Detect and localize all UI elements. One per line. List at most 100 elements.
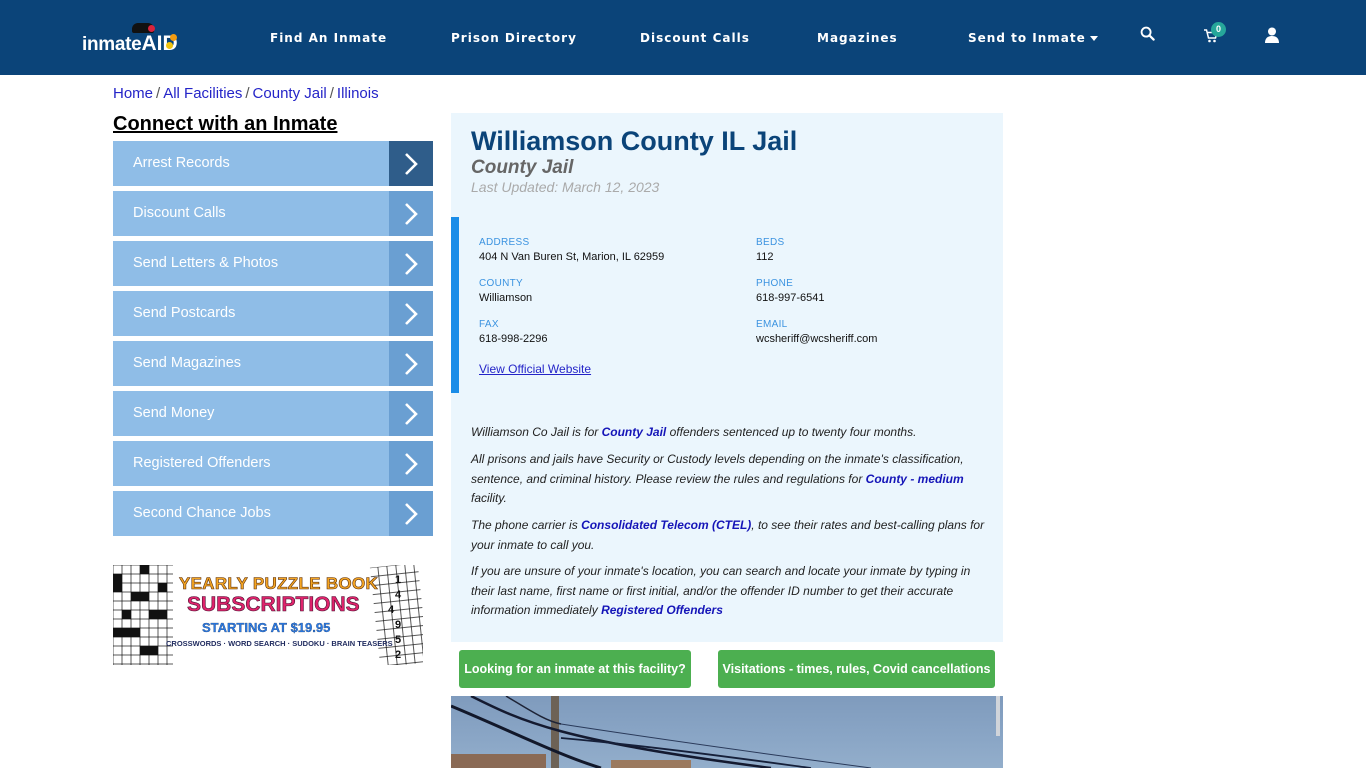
nav-send-to-inmate-label: Send to Inmate	[968, 31, 1086, 45]
sidebar-item-label: Discount Calls	[133, 205, 226, 221]
chevron-right-icon	[389, 341, 433, 386]
description-paragraph: Williamson Co Jail is for County Jail of…	[471, 423, 991, 443]
last-updated: Last Updated: March 12, 2023	[471, 179, 660, 195]
ad-line3: STARTING AT $19.95	[202, 620, 331, 635]
facility-photo	[451, 696, 1003, 768]
leaf-icon	[148, 25, 155, 32]
phone-field: PHONE 618-997-6541	[756, 278, 825, 304]
county-label: COUNTY	[479, 278, 524, 289]
search-icon[interactable]	[1140, 26, 1160, 46]
chevron-right-icon	[389, 291, 433, 336]
address-field: ADDRESS 404 N Van Buren St, Marion, IL 6…	[479, 237, 664, 263]
email-label: EMAIL	[756, 319, 788, 330]
sidebar-item-send-letters-photos[interactable]: Send Letters & Photos	[113, 241, 433, 286]
chevron-right-icon	[389, 141, 433, 186]
fax-field: FAX 618-998-2296	[479, 319, 548, 345]
text: offenders sentenced up to twenty four mo…	[666, 425, 917, 439]
user-icon[interactable]	[1265, 27, 1285, 47]
county-jail-link[interactable]: County Jail	[602, 425, 667, 439]
nav-discount-calls[interactable]: Discount Calls	[640, 31, 750, 45]
breadcrumb-separator: /	[245, 85, 250, 102]
sidebar-item-label: Arrest Records	[133, 155, 230, 171]
sidebar-item-registered-offenders[interactable]: Registered Offenders	[113, 441, 433, 486]
county-value: Williamson	[479, 292, 533, 304]
sidebar-item-label: Second Chance Jobs	[133, 505, 271, 521]
text: The phone carrier is	[471, 518, 582, 532]
sidebar-item-label: Send Money	[133, 405, 215, 421]
breadcrumb-county-jail[interactable]: County Jail	[253, 85, 327, 102]
sidebar-item-discount-calls[interactable]: Discount Calls	[113, 191, 433, 236]
chevron-right-icon	[389, 491, 433, 536]
sidebar-item-send-postcards[interactable]: Send Postcards	[113, 291, 433, 336]
sidebar-item-second-chance-jobs[interactable]: Second Chance Jobs	[113, 491, 433, 536]
nav-find-inmate[interactable]: Find An Inmate	[270, 31, 387, 45]
cart-count-badge: 0	[1211, 22, 1226, 37]
beds-label: BEDS	[756, 237, 785, 248]
ad-line2: SUBSCRIPTIONS	[187, 593, 360, 617]
beds-value: 112	[756, 251, 774, 263]
breadcrumb-home[interactable]: Home	[113, 85, 153, 102]
address-value: 404 N Van Buren St, Marion, IL 62959	[479, 251, 665, 263]
fax-value: 618-998-2296	[479, 333, 548, 345]
breadcrumb-illinois[interactable]: Illinois	[337, 85, 379, 102]
county-medium-link[interactable]: County - medium	[866, 472, 964, 486]
sudoku-digits: 1 4 4 9 5 2	[388, 573, 405, 663]
address-label: ADDRESS	[479, 237, 530, 248]
email-value: wcsheriff@wcsheriff.com	[756, 333, 878, 345]
visitations-button[interactable]: Visitations - times, rules, Covid cancel…	[718, 650, 995, 688]
sudoku-digit: 9	[394, 619, 402, 631]
nav-prison-directory[interactable]: Prison Directory	[451, 31, 577, 45]
sidebar-menu: Arrest Records Discount Calls Send Lette…	[113, 141, 433, 541]
sidebar-item-send-money[interactable]: Send Money	[113, 391, 433, 436]
description-paragraph: If you are unsure of your inmate's locat…	[471, 562, 991, 621]
leaf-icon	[170, 34, 177, 41]
phone-label: PHONE	[756, 278, 794, 289]
description-paragraph: The phone carrier is Consolidated Teleco…	[471, 516, 991, 555]
description-paragraph: All prisons and jails have Security or C…	[471, 450, 991, 509]
text: facility.	[471, 491, 507, 505]
sidebar-item-label: Registered Offenders	[133, 455, 271, 471]
leaf-icon	[166, 42, 173, 49]
sudoku-digit: 5	[394, 634, 402, 646]
breadcrumb-separator: /	[156, 85, 161, 102]
text: Williamson Co Jail is for	[471, 425, 602, 439]
chevron-right-icon	[389, 191, 433, 236]
phone-carrier-link[interactable]: Consolidated Telecom (CTEL)	[581, 518, 751, 532]
facility-title: Williamson County IL Jail	[471, 126, 798, 156]
sidebar-item-arrest-records[interactable]: Arrest Records	[113, 141, 433, 186]
sidebar-item-label: Send Letters & Photos	[133, 255, 279, 271]
phone-value: 618-997-6541	[756, 292, 825, 304]
puzzle-book-ad[interactable]: YEARLY PUZZLE BOOK SUBSCRIPTIONS STARTIN…	[113, 565, 423, 665]
facility-type: County Jail	[471, 157, 574, 178]
sidebar-item-label: Send Magazines	[133, 355, 242, 371]
sudoku-digit: 4	[387, 604, 395, 616]
registered-offenders-link[interactable]: Registered Offenders	[601, 603, 723, 617]
fax-label: FAX	[479, 319, 499, 330]
breadcrumb-separator: /	[329, 85, 334, 102]
caret-down-icon	[1089, 36, 1098, 41]
chevron-right-icon	[389, 441, 433, 486]
breadcrumb-all-facilities[interactable]: All Facilities	[163, 85, 242, 102]
ad-line4: CROSSWORDS · WORD SEARCH · SUDOKU · BRAI…	[166, 639, 393, 648]
sidebar-item-label: Send Postcards	[133, 305, 236, 321]
email-field: EMAIL wcsheriff@wcsheriff.com	[756, 319, 877, 345]
find-inmate-at-facility-button[interactable]: Looking for an inmate at this facility?	[459, 650, 691, 688]
logo[interactable]: inmate AID	[82, 22, 178, 56]
sidebar-title: Connect with an Inmate	[113, 113, 338, 135]
official-website-link[interactable]: View Official Website	[479, 362, 591, 376]
sudoku-digit: 1	[394, 574, 402, 586]
info-accent-bar	[451, 217, 459, 393]
chevron-right-icon	[389, 391, 433, 436]
chevron-right-icon	[389, 241, 433, 286]
sudoku-digit: 2	[394, 649, 402, 661]
county-field: COUNTY Williamson	[479, 278, 532, 304]
nav-send-to-inmate[interactable]: Send to Inmate	[968, 31, 1098, 45]
ad-line1: YEARLY PUZZLE BOOK	[179, 574, 379, 594]
sidebar-item-send-magazines[interactable]: Send Magazines	[113, 341, 433, 386]
beds-field: BEDS 112	[756, 237, 784, 263]
logo-text: inmate	[82, 34, 142, 55]
sudoku-digit: 4	[394, 589, 402, 601]
street-view-image	[451, 696, 1000, 768]
nav-magazines[interactable]: Magazines	[817, 31, 898, 45]
breadcrumb: Home / All Facilities / County Jail / Illinois	[113, 85, 379, 102]
